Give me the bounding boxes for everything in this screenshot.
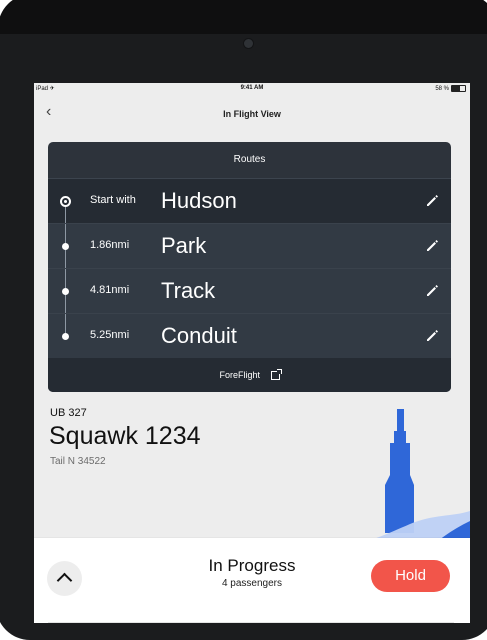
camera — [244, 39, 253, 48]
route-row[interactable]: 1.86nmi Park — [48, 224, 451, 269]
edit-icon[interactable] — [425, 283, 439, 297]
screen: iPad ✈ 9:41 AM 58 % ‹ In Flight View Rou… — [34, 83, 470, 623]
route-row[interactable]: 5.25nmi Conduit — [48, 314, 451, 359]
sheet-divider — [48, 622, 454, 623]
route-connector — [65, 207, 66, 223]
route-name: Conduit — [161, 323, 237, 348]
external-link-icon — [270, 369, 282, 381]
routes-card: Routes Start with Hudson 1.86nmi Park 4.… — [48, 142, 451, 392]
route-point-icon — [62, 243, 69, 250]
route-distance: Start with — [90, 194, 136, 206]
hold-button[interactable]: Hold — [371, 560, 450, 592]
route-row[interactable]: 4.81nmi Track — [48, 269, 451, 314]
battery-icon — [451, 85, 466, 92]
navigation-bar: ‹ In Flight View — [34, 98, 470, 126]
status-bar: iPad ✈ 9:41 AM 58 % — [34, 83, 470, 96]
device-edge — [0, 0, 487, 34]
route-point-icon — [62, 288, 69, 295]
foreflight-link[interactable]: ForeFlight — [48, 358, 451, 392]
route-name: Park — [161, 233, 207, 258]
squawk-code: Squawk 1234 — [49, 422, 201, 450]
flight-code: UB 327 — [50, 407, 87, 419]
route-distance: 5.25nmi — [90, 329, 130, 341]
route-row[interactable]: Start with Hudson — [48, 179, 451, 224]
status-right: 58 % — [435, 85, 466, 92]
foreflight-label: ForeFlight — [219, 370, 260, 380]
page-title: In Flight View — [223, 109, 281, 119]
edit-icon[interactable] — [425, 193, 439, 207]
start-route-icon — [60, 196, 71, 207]
battery-percent: 58 % — [435, 85, 449, 92]
tail-number: Tail N 34522 — [50, 456, 106, 467]
routes-header: Routes — [48, 142, 451, 179]
bottom-sheet: In Progress 4 passengers Hold — [34, 538, 470, 623]
route-name: Track — [161, 278, 216, 303]
route-distance: 1.86nmi — [90, 239, 130, 251]
route-distance: 4.81nmi — [90, 284, 130, 296]
status-time: 9:41 AM — [240, 85, 264, 91]
edit-icon[interactable] — [425, 328, 439, 342]
route-name: Hudson — [161, 188, 237, 213]
edit-icon[interactable] — [425, 238, 439, 252]
route-point-icon — [62, 333, 69, 340]
